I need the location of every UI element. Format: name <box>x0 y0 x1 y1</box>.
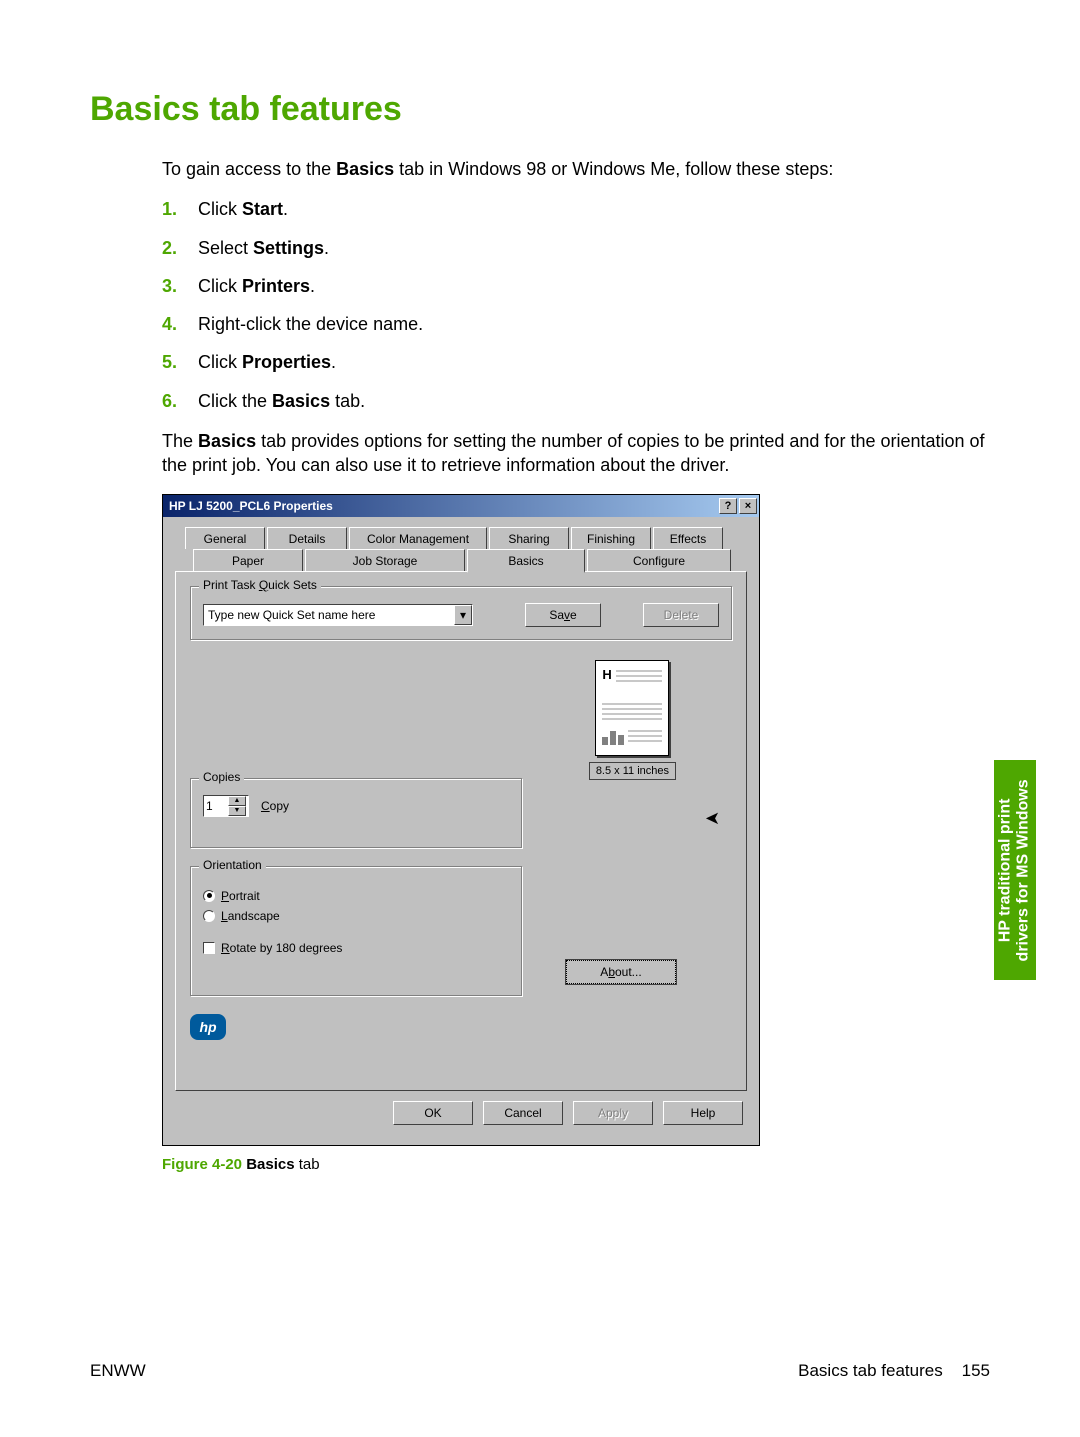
quicksets-group: Print Task Quick Sets ▾ Save Delete <box>190 586 732 640</box>
step-5-bold: Properties <box>242 352 331 372</box>
tab-paper[interactable]: Paper <box>193 549 303 571</box>
close-button[interactable]: × <box>739 498 757 514</box>
para-post: tab provides options for setting the num… <box>162 431 985 475</box>
footer-right: Basics tab features 155 <box>798 1361 990 1381</box>
step-1: Click Start. <box>162 197 990 221</box>
steps-list: Click Start. Select Settings. Click Prin… <box>162 197 990 413</box>
step-6-pre: Click the <box>198 391 272 411</box>
step-1-bold: Start <box>242 199 283 219</box>
tab-effects[interactable]: Effects <box>653 527 723 549</box>
step-3-bold: Printers <box>242 276 310 296</box>
properties-dialog: HP LJ 5200_PCL6 Properties ? × General D… <box>162 494 760 1146</box>
radio-icon <box>203 910 215 922</box>
rotate-checkbox[interactable]: Rotate by 180 degrees <box>203 941 509 955</box>
copies-spinner[interactable]: ▲ ▼ <box>203 795 249 817</box>
save-button[interactable]: Save <box>525 603 601 627</box>
context-help-button[interactable]: ? <box>719 498 737 514</box>
orientation-group: Orientation Portrait Landscape Rotate by… <box>190 866 522 996</box>
footer-title: Basics tab features <box>798 1361 943 1380</box>
footer-left: ENWW <box>90 1361 146 1381</box>
step-1-pre: Click <box>198 199 242 219</box>
hp-logo-icon: hp <box>190 1014 226 1040</box>
figure-tail: tab <box>295 1156 320 1173</box>
copies-input[interactable] <box>204 799 228 813</box>
step-2-post: . <box>324 238 329 258</box>
landscape-radio[interactable]: Landscape <box>203 909 509 923</box>
copies-group: Copies ▲ ▼ Copy <box>190 778 522 848</box>
step-4: Right-click the device name. <box>162 312 990 336</box>
delete-button: Delete <box>643 603 719 627</box>
description-paragraph: The Basics tab provides options for sett… <box>162 429 990 478</box>
preview-h: H <box>602 667 611 685</box>
para-bold: Basics <box>198 431 256 451</box>
copy-label: Copy <box>261 799 289 813</box>
step-5: Click Properties. <box>162 350 990 374</box>
rotate-label: Rotate by 180 degrees <box>221 941 342 955</box>
landscape-label: Landscape <box>221 909 280 923</box>
radio-icon <box>203 890 215 902</box>
tab-sharing[interactable]: Sharing <box>489 527 569 549</box>
step-2: Select Settings. <box>162 236 990 260</box>
quickset-name-combo[interactable]: ▾ <box>203 604 473 626</box>
step-6: Click the Basics tab. <box>162 389 990 413</box>
paper-size-label: 8.5 x 11 inches <box>589 762 676 780</box>
portrait-label: Portrait <box>221 889 260 903</box>
step-5-pre: Click <box>198 352 242 372</box>
step-1-post: . <box>283 199 288 219</box>
step-5-post: . <box>331 352 336 372</box>
footer-page-number: 155 <box>962 1361 990 1380</box>
dialog-button-bar: OK Cancel Apply Help <box>175 1091 747 1133</box>
about-button[interactable]: About... <box>566 960 676 984</box>
titlebar: HP LJ 5200_PCL6 Properties ? × <box>163 495 759 517</box>
chevron-down-icon: ▾ <box>460 608 466 622</box>
figure-bold: Basics <box>246 1156 294 1173</box>
figure-number: Figure 4-20 <box>162 1156 242 1173</box>
chapter-side-tab: HP traditional print drivers for MS Wind… <box>994 760 1036 980</box>
intro-bold: Basics <box>336 159 394 179</box>
intro-pre: To gain access to the <box>162 159 336 179</box>
tab-details[interactable]: Details <box>267 527 347 549</box>
checkbox-icon <box>203 942 215 954</box>
side-tab-line1: HP traditional print <box>997 798 1014 942</box>
portrait-radio[interactable]: Portrait <box>203 889 509 903</box>
step-3-pre: Click <box>198 276 242 296</box>
tab-panel-basics: Print Task Quick Sets ▾ Save Delete <box>175 571 747 1091</box>
tab-strip: General Details Color Management Sharing… <box>175 527 747 1091</box>
copies-up-button[interactable]: ▲ <box>228 796 246 806</box>
step-6-bold: Basics <box>272 391 330 411</box>
window-title: HP LJ 5200_PCL6 Properties <box>169 499 717 513</box>
tab-job-storage[interactable]: Job Storage <box>305 549 465 571</box>
tab-general[interactable]: General <box>185 527 265 549</box>
quicksets-label: Print Task Quick Sets <box>199 578 321 592</box>
step-3: Click Printers. <box>162 274 990 298</box>
copies-down-button[interactable]: ▼ <box>228 806 246 816</box>
apply-button: Apply <box>573 1101 653 1125</box>
tab-configure[interactable]: Configure <box>587 549 731 571</box>
cancel-button[interactable]: Cancel <box>483 1101 563 1125</box>
tab-finishing[interactable]: Finishing <box>571 527 651 549</box>
dialog-screenshot: HP LJ 5200_PCL6 Properties ? × General D… <box>162 494 990 1146</box>
help-button[interactable]: Help <box>663 1101 743 1125</box>
orientation-label: Orientation <box>199 858 266 872</box>
quickset-dropdown-button[interactable]: ▾ <box>454 605 472 625</box>
step-6-post: tab. <box>330 391 365 411</box>
section-heading: Basics tab features <box>90 90 990 129</box>
tab-basics[interactable]: Basics <box>467 549 585 573</box>
step-2-bold: Settings <box>253 238 324 258</box>
intro-post: tab in Windows 98 or Windows Me, follow … <box>394 159 833 179</box>
paper-preview-icon: H <box>595 660 669 756</box>
para-pre: The <box>162 431 198 451</box>
cursor-icon: ➤ <box>705 808 720 829</box>
figure-caption: Figure 4-20 Basics tab <box>162 1156 990 1173</box>
quickset-name-input[interactable] <box>204 605 454 625</box>
page-preview: H 8.5 x 11 inches <box>589 660 676 780</box>
step-2-pre: Select <box>198 238 253 258</box>
copies-label: Copies <box>199 770 244 784</box>
step-3-post: . <box>310 276 315 296</box>
ok-button[interactable]: OK <box>393 1101 473 1125</box>
intro-paragraph: To gain access to the Basics tab in Wind… <box>162 157 990 181</box>
tab-color-management[interactable]: Color Management <box>349 527 487 549</box>
page-footer: ENWW Basics tab features 155 <box>90 1361 990 1381</box>
side-tab-line2: drivers for MS Windows <box>1015 779 1032 961</box>
